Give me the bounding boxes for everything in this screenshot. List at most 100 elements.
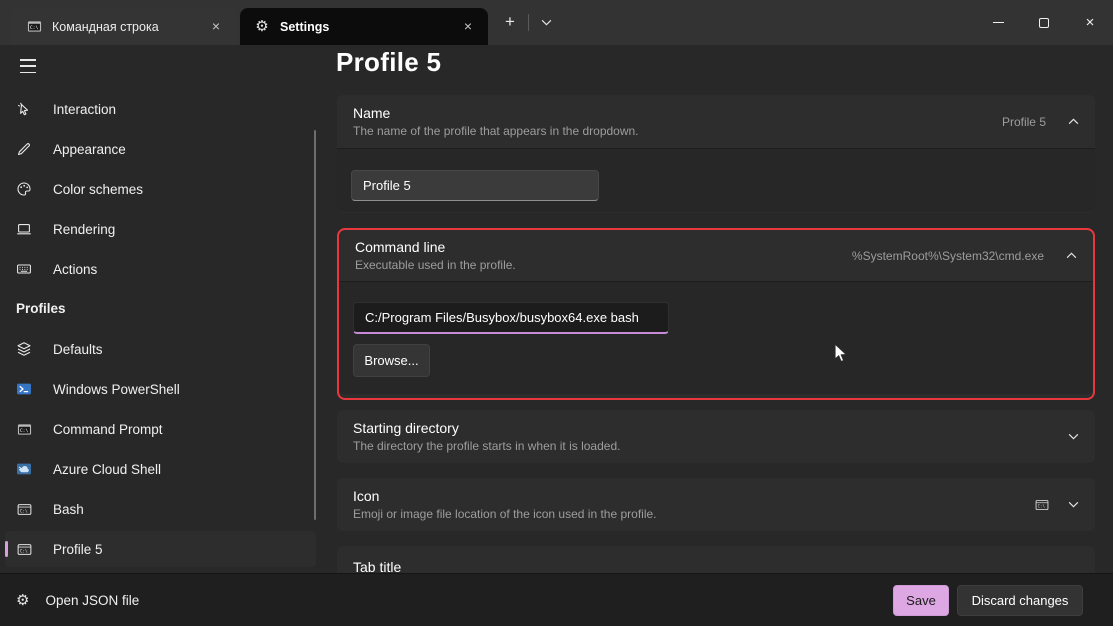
save-button[interactable]: Save (893, 585, 949, 616)
tab-title-expander-header[interactable]: Tab title (337, 546, 1095, 573)
selection-indicator (5, 541, 8, 557)
sidebar-item-label: Rendering (53, 222, 115, 237)
icon-setting-card: Icon Emoji or image file location of the… (337, 478, 1095, 531)
name-expander-content (337, 148, 1095, 212)
sidebar-item-azure-cloud-shell[interactable]: Azure Cloud Shell (5, 451, 316, 487)
settings-nav-sidebar: Interaction Appearance Color schemes Ren… (0, 45, 320, 573)
svg-text:C:\: C:\ (19, 548, 27, 554)
sidebar-item-bash[interactable]: C:\ Bash (5, 491, 316, 527)
profile-icon-preview: C:\ (1035, 498, 1049, 512)
close-window-button[interactable]: × (1067, 0, 1113, 45)
sidebar-item-label: Azure Cloud Shell (53, 462, 161, 477)
titlebar: C:\ Командная строка × ⚙ Settings × + × (0, 0, 1113, 45)
tab-dropdown-button[interactable] (533, 9, 559, 36)
gear-icon: ⚙ (254, 19, 270, 35)
sidebar-item-label: Windows PowerShell (53, 382, 180, 397)
color-schemes-icon (16, 181, 32, 197)
profile-name-input[interactable] (351, 170, 599, 201)
command-prompt-icon: C:\ (16, 421, 32, 437)
setting-value-preview: %SystemRoot%\System32\cmd.exe (852, 249, 1044, 263)
footer-bar: ⚙ Open JSON file Save Discard changes (0, 573, 1113, 626)
setting-description: Executable used in the profile. (355, 257, 516, 273)
cmd-window-icon: C:\ (26, 19, 42, 35)
new-tab-button[interactable]: + (496, 9, 524, 36)
sidebar-item-actions[interactable]: Actions (5, 251, 316, 287)
chevron-up-icon[interactable] (1068, 118, 1079, 125)
setting-title: Icon (353, 487, 657, 505)
sidebar-item-label: Interaction (53, 102, 116, 117)
profile-settings-page: Profile 5 Name The name of the profile t… (320, 45, 1113, 573)
sidebar-scrollbar[interactable] (314, 130, 316, 520)
tab-command-prompt[interactable]: C:\ Командная строка × (12, 8, 236, 45)
starting-directory-setting-card: Starting directory The directory the pro… (337, 410, 1095, 463)
rendering-icon (16, 221, 32, 237)
svg-text:C:\: C:\ (19, 508, 27, 514)
profiles-section-header: Profiles (16, 291, 66, 327)
icon-expander-header[interactable]: Icon Emoji or image file location of the… (337, 478, 1095, 531)
tab-title-setting-card: Tab title (337, 546, 1095, 573)
sidebar-item-label: Bash (53, 502, 84, 517)
sidebar-item-color-schemes[interactable]: Color schemes (5, 171, 316, 207)
svg-text:C:\: C:\ (29, 25, 38, 31)
setting-value-preview: Profile 5 (1002, 115, 1046, 129)
tab-label: Командная строка (52, 20, 206, 34)
sidebar-item-label: Appearance (53, 142, 126, 157)
close-icon[interactable]: × (206, 17, 226, 37)
setting-title: Name (353, 104, 639, 122)
sidebar-item-windows-powershell[interactable]: Windows PowerShell (5, 371, 316, 407)
minimize-icon (993, 22, 1004, 23)
azure-cloud-icon (16, 461, 32, 477)
name-expander-header[interactable]: Name The name of the profile that appear… (337, 95, 1095, 148)
discard-changes-button[interactable]: Discard changes (957, 585, 1083, 616)
setting-title: Command line (355, 238, 516, 256)
sidebar-item-label: Command Prompt (53, 422, 163, 437)
close-icon: × (1086, 14, 1095, 31)
maximize-button[interactable] (1021, 0, 1067, 45)
command-line-expander-header[interactable]: Command line Executable used in the prof… (339, 230, 1093, 281)
interaction-icon (16, 101, 32, 117)
gear-icon: ⚙ (16, 593, 29, 608)
defaults-icon (16, 341, 32, 357)
starting-directory-expander-header[interactable]: Starting directory The directory the pro… (337, 410, 1095, 463)
setting-description: The name of the profile that appears in … (353, 123, 639, 139)
setting-description: The directory the profile starts in when… (353, 438, 620, 454)
hamburger-menu-button[interactable] (15, 53, 42, 79)
sidebar-item-appearance[interactable]: Appearance (5, 131, 316, 167)
sidebar-item-label: Color schemes (53, 182, 143, 197)
appearance-icon (16, 141, 32, 157)
actions-icon (16, 261, 32, 277)
window-controls: × (975, 0, 1113, 45)
sidebar-item-label: Defaults (53, 342, 103, 357)
sidebar-item-rendering[interactable]: Rendering (5, 211, 316, 247)
svg-text:C:\: C:\ (1038, 503, 1046, 508)
powershell-icon (16, 381, 32, 397)
sidebar-item-profile-5[interactable]: C:\ Profile 5 (5, 531, 316, 567)
maximize-icon (1039, 18, 1049, 28)
close-icon[interactable]: × (458, 17, 478, 37)
chevron-up-icon[interactable] (1066, 252, 1077, 259)
sidebar-item-defaults[interactable]: Defaults (5, 331, 316, 367)
command-line-expander-content: Browse... (339, 281, 1093, 394)
minimize-button[interactable] (975, 0, 1021, 45)
command-line-input[interactable] (353, 302, 669, 334)
terminal-window-icon: C:\ (16, 541, 32, 557)
browse-button[interactable]: Browse... (353, 344, 430, 377)
sidebar-item-interaction[interactable]: Interaction (5, 91, 316, 127)
name-setting-card: Name The name of the profile that appear… (337, 95, 1095, 213)
sidebar-item-label: Profile 5 (53, 542, 103, 557)
chevron-down-icon[interactable] (1068, 501, 1079, 508)
command-line-setting-card: Command line Executable used in the prof… (337, 228, 1095, 400)
setting-description: Emoji or image file location of the icon… (353, 506, 657, 522)
tab-label: Settings (280, 20, 458, 34)
tab-settings[interactable]: ⚙ Settings × (240, 8, 488, 45)
windows-terminal-window: C:\ Командная строка × ⚙ Settings × + × (0, 0, 1113, 626)
chevron-down-icon[interactable] (1068, 433, 1079, 440)
page-title: Profile 5 (336, 47, 441, 78)
setting-title: Tab title (353, 558, 401, 573)
setting-title: Starting directory (353, 419, 620, 437)
sidebar-item-command-prompt[interactable]: C:\ Command Prompt (5, 411, 316, 447)
terminal-window-icon: C:\ (16, 501, 32, 517)
chevron-down-icon (541, 19, 552, 26)
open-json-file-button[interactable]: ⚙ Open JSON file (16, 585, 139, 615)
svg-text:C:\: C:\ (19, 427, 28, 433)
